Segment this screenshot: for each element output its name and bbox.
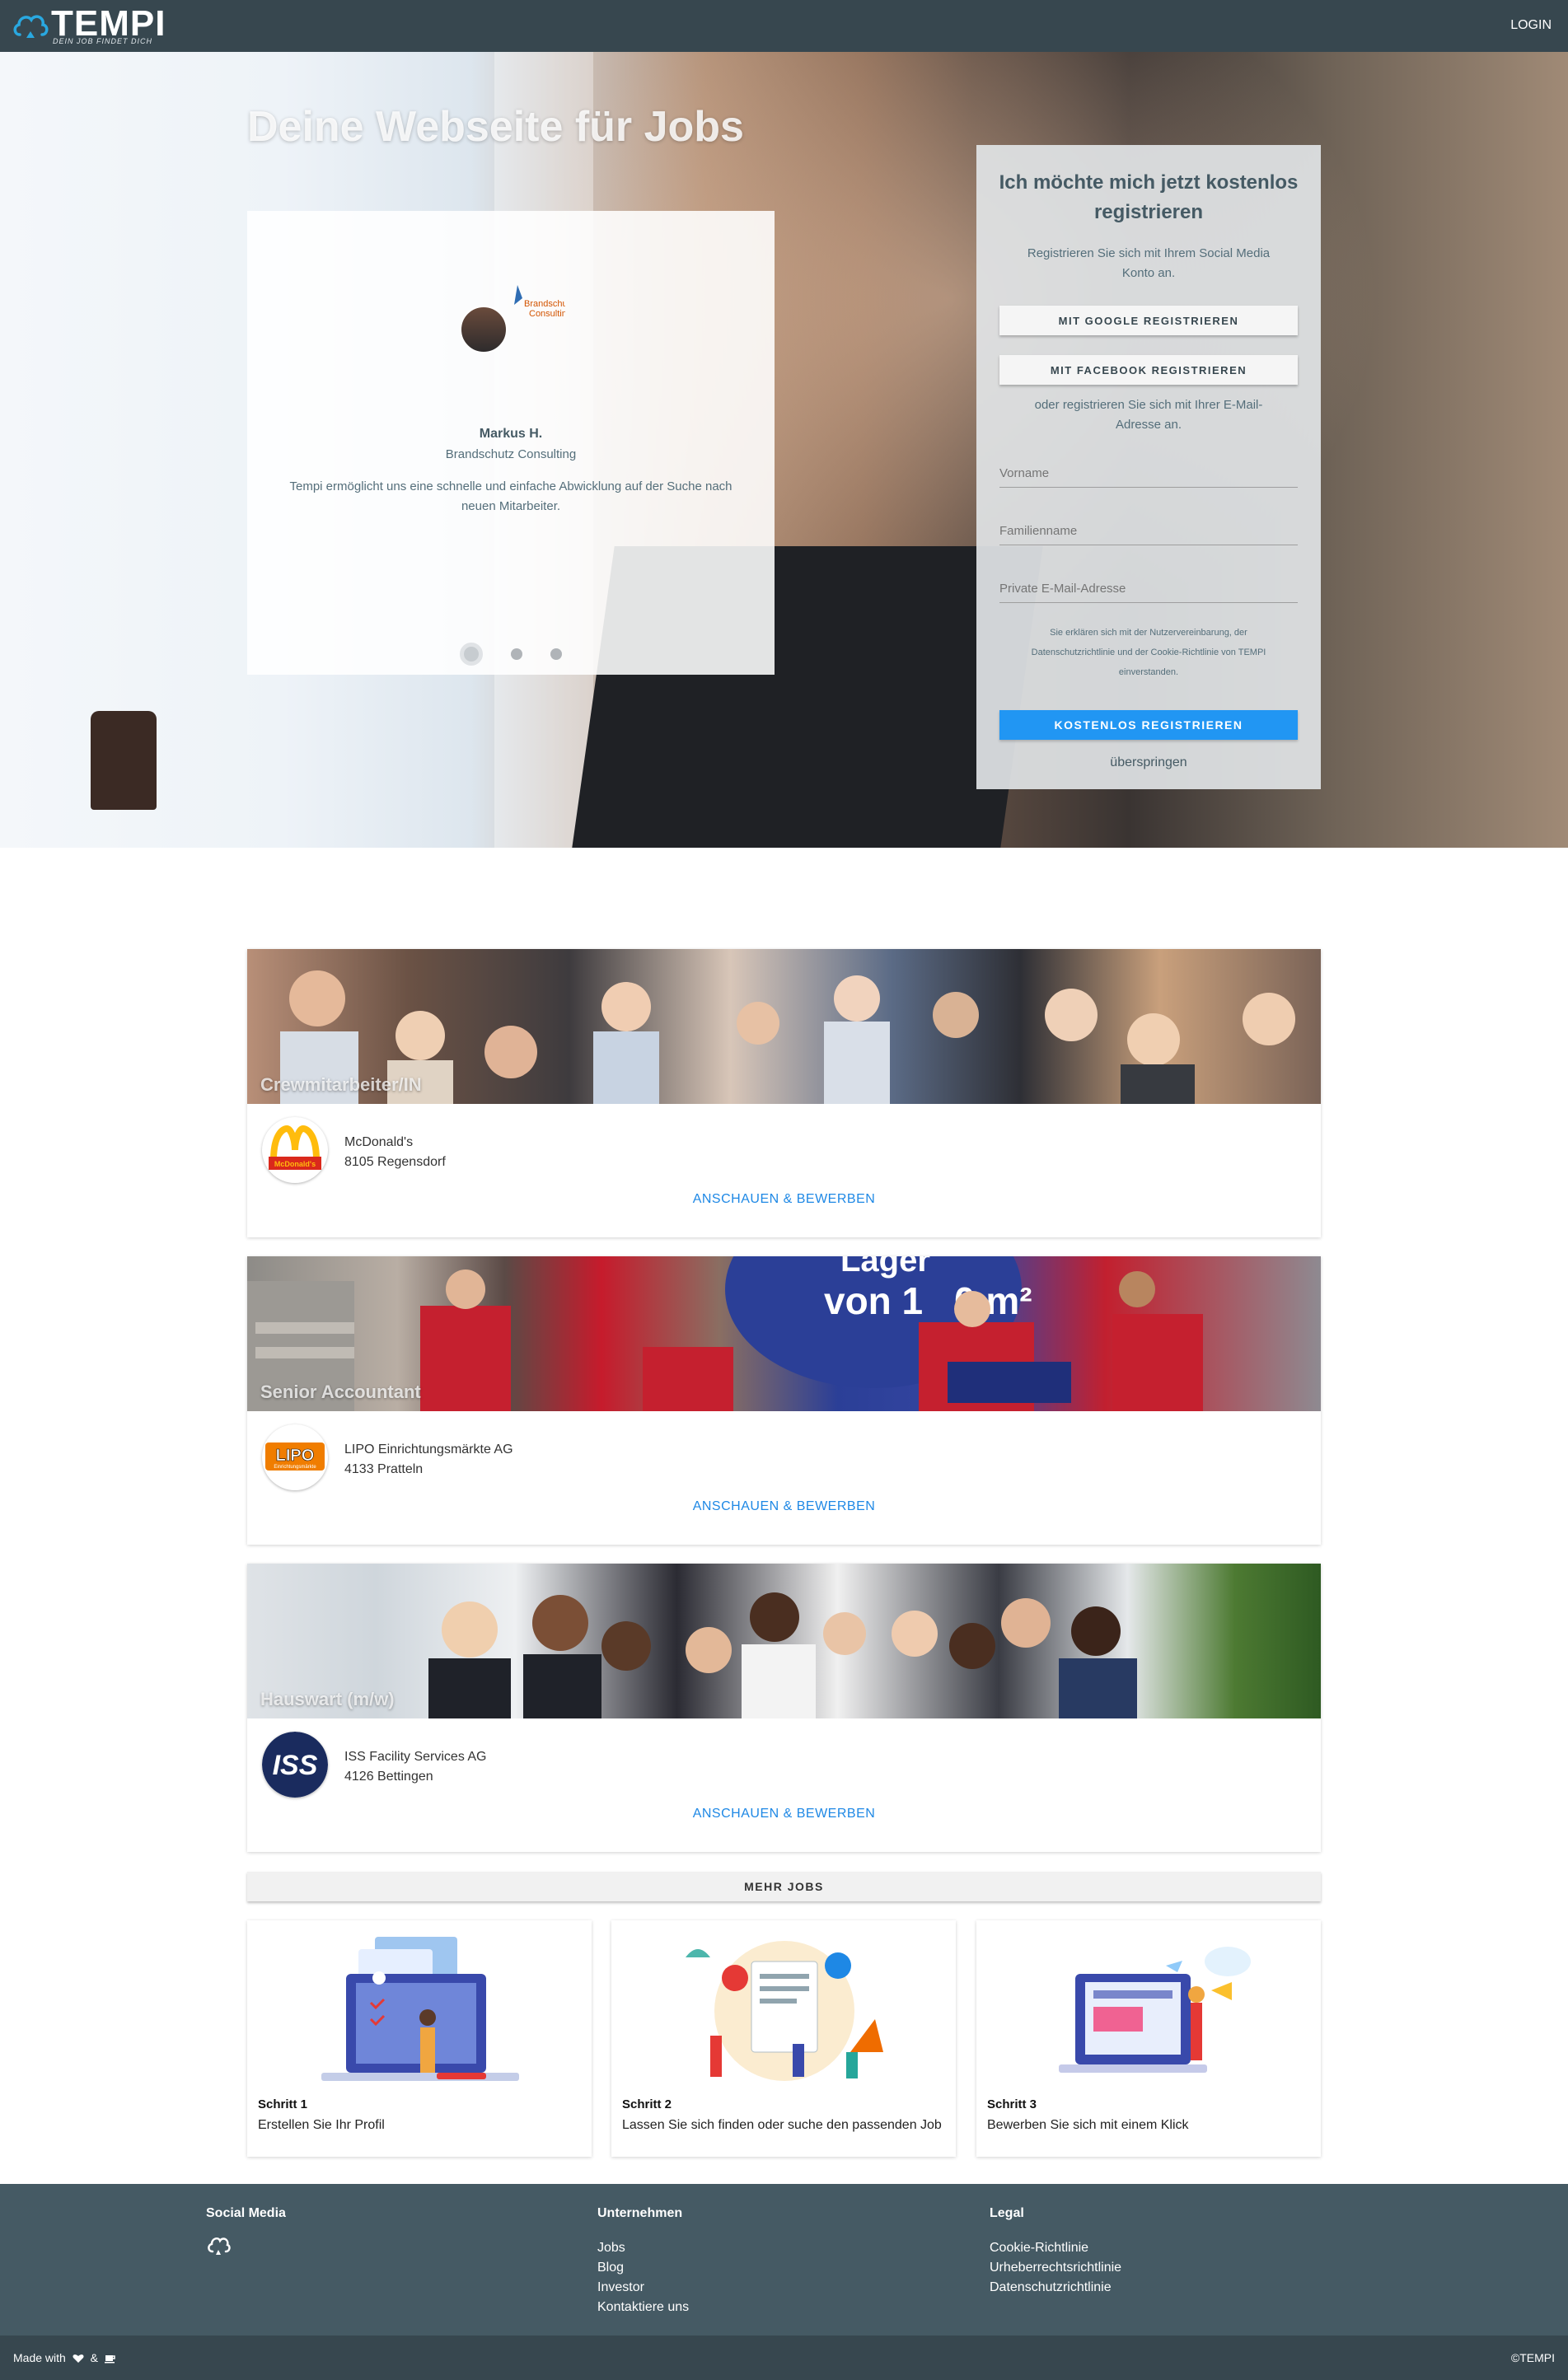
company-logo-iss: ISS [262,1732,328,1798]
step-number: Schritt 3 [987,2097,1037,2111]
footer: Social Media Unternehmen Jobs Blog Inves… [0,2184,1568,2336]
first-name-field[interactable] [999,460,1298,488]
footer-link-blog[interactable]: Blog [597,2261,624,2275]
mcdonalds-logo-icon: McDonald's [269,1125,321,1170]
facebook-register-button[interactable]: MIT FACEBOOK REGISTRIEREN [999,355,1298,385]
testimonial-name: Markus H. [479,427,543,441]
top-navbar: TEMPI DEIN JOB FINDET DICH LOGIN [0,0,1568,52]
google-register-button[interactable]: MIT GOOGLE REGISTRIEREN [999,306,1298,335]
job-location: 4126 Bettingen [344,1770,433,1784]
staff-illustration [428,1592,1137,1718]
apply-link[interactable]: ANSCHAUEN & BEWERBEN [247,1192,1321,1207]
job-card: von 1 0 m² Lager Senior Accountant LIPO … [247,1256,1321,1545]
footer-link-investor[interactable]: Investor [597,2280,644,2295]
carousel-dot-3[interactable] [550,648,563,660]
registration-title: Ich möchte mich jetzt kostenlos registri… [999,171,1299,223]
skip-link[interactable]: überspringen [976,755,1321,770]
legal-consent-text: Sie erklären sich mit der Nutzervereinba… [1031,628,1266,677]
bottom-bar: Made with & ©TEMPI [0,2336,1568,2380]
step-description: Erstellen Sie Ihr Profil [258,2118,385,2132]
company-logo-lipo: LIPO Einrichtungsmärkte [262,1424,328,1490]
social-register-intro: Registrieren Sie sich mit Ihrem Social M… [1027,246,1271,280]
apply-link[interactable]: ANSCHAUEN & BEWERBEN [247,1807,1321,1821]
step-description: Bewerben Sie sich mit einem Klick [987,2118,1189,2132]
mcdonalds-logo-text: McDonald's [274,1160,316,1168]
job-location: 8105 Regensdorf [344,1155,446,1169]
footer-legal-title: Legal [990,2206,1024,2220]
lipo-logo-icon: LIPO Einrichtungsmärkte [265,1442,325,1471]
step-description: Lassen Sie sich finden oder suche den pa… [622,2118,942,2132]
job-title[interactable]: Crewmitarbeiter/IN [260,1074,422,1096]
job-search-illustration [686,1941,883,2081]
made-with-and: & [90,2351,98,2364]
company-logo-mcdonalds: McDonald's [262,1117,328,1183]
brand-tagline: DEIN JOB FINDET DICH [53,37,153,45]
carousel-indicators [247,643,775,666]
hero-title: Deine Webseite für Jobs [247,103,744,151]
job-title[interactable]: Senior Accountant [260,1382,421,1403]
copyright: ©TEMPI [1510,2351,1555,2364]
hero-mug-shape [91,711,157,810]
banner-text-lager: Lager [840,1256,930,1279]
made-with-label: Made with [13,2351,66,2364]
company-name: LIPO Einrichtungsmärkte AG [344,1442,513,1457]
testimonial-quote: Tempi ermöglicht uns eine schnelle und e… [289,479,733,513]
made-with-text: Made with & [13,2351,116,2364]
profile-illustration [321,1937,519,2081]
footer-social-title: Social Media [206,2206,286,2220]
step-card-1: Schritt 1 Erstellen Sie Ihr Profil [247,1920,592,2157]
footer-link-cookie-policy[interactable]: Cookie-Richtlinie [990,2241,1088,2256]
lipo-logo-sub: Einrichtungsmärkte [274,1465,316,1470]
iss-logo-icon: ISS [262,1732,328,1798]
cloud-recycle-icon [13,15,49,38]
brandschutz-logo-text-2: Consulting [529,309,565,319]
more-jobs-button[interactable]: MEHR JOBS [247,1872,1321,1901]
company-name: McDonald's [344,1135,414,1149]
tempi-logo[interactable]: TEMPI DEIN JOB FINDET DICH [12,3,165,48]
job-card: Hauswart (m/w) ISS ISS Facility Services… [247,1564,1321,1852]
carousel-dot-1[interactable] [459,643,483,666]
iss-logo-text: ISS [273,1750,318,1781]
footer-company-title: Unternehmen [597,2206,683,2220]
step-number: Schritt 2 [622,2097,672,2111]
job-title[interactable]: Hauswart (m/w) [260,1689,395,1710]
testimonial-avatar [460,306,508,353]
step-card-2: Schritt 2 Lassen Sie sich finden oder su… [611,1920,956,2157]
footer-link-copyright-policy[interactable]: Urheberrechtsrichtlinie [990,2261,1121,2275]
tempi-social-icon[interactable] [206,2233,231,2258]
coffee-icon [104,2355,115,2364]
testimonial-carousel: Brandschutz Consulting Markus H. Brandsc… [247,211,775,675]
hero-section [0,52,1568,848]
footer-link-privacy-policy[interactable]: Datenschutzrichtlinie [990,2280,1112,2295]
login-link[interactable]: LOGIN [1510,18,1552,33]
email-register-intro: oder registrieren Sie sich mit Ihrer E-M… [1034,398,1263,432]
step-card-3: Schritt 3 Bewerben Sie sich mit einem Kl… [976,1920,1321,2157]
job-card: Crewmitarbeiter/IN McDonald's McDonald's… [247,949,1321,1237]
last-name-field[interactable] [999,517,1298,545]
banner-text-von: von 1 [824,1279,923,1322]
company-name: ISS Facility Services AG [344,1750,487,1764]
brandschutz-logo-text-1: Brandschutz [524,299,565,309]
job-location: 4133 Pratteln [344,1462,424,1476]
registration-panel: Ich möchte mich jetzt kostenlos registri… [976,145,1321,789]
apply-illustration [1059,1947,1251,2073]
lipo-logo-text: LIPO [276,1447,315,1465]
carousel-dot-2[interactable] [511,648,522,660]
brandschutz-logo: Brandschutz Consulting [514,285,565,319]
heart-icon [73,2354,84,2364]
testimonial-company: Brandschutz Consulting [445,447,577,461]
job-banner-image [247,1564,1321,1718]
footer-link-jobs[interactable]: Jobs [597,2241,625,2256]
register-free-button[interactable]: KOSTENLOS REGISTRIEREN [999,710,1298,740]
step-number: Schritt 1 [258,2097,308,2111]
apply-link[interactable]: ANSCHAUEN & BEWERBEN [247,1499,1321,1514]
email-field[interactable] [999,575,1298,603]
footer-link-contact[interactable]: Kontaktiere uns [597,2300,689,2315]
